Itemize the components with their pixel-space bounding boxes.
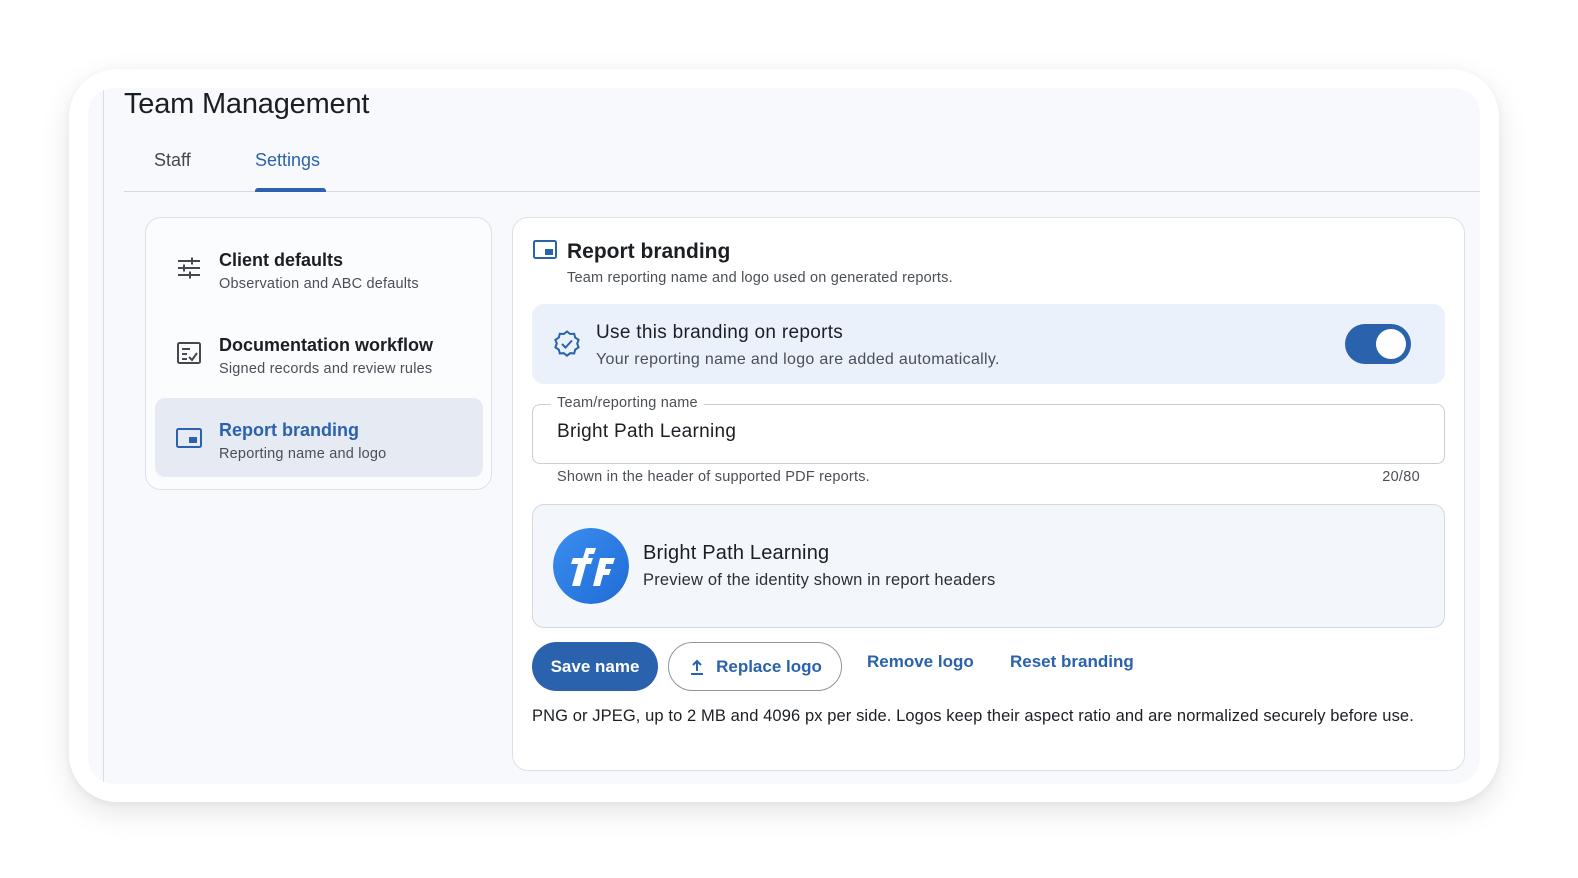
settings-page: Team Management Staff Settings Client de… bbox=[88, 88, 1480, 784]
preview-subtitle: Preview of the identity shown in report … bbox=[643, 571, 996, 589]
app-frame: Team Management Staff Settings Client de… bbox=[69, 69, 1499, 802]
report-branding-card: Report branding Team reporting name and … bbox=[512, 217, 1465, 771]
nav-item-client-defaults[interactable]: Client defaults Observation and ABC defa… bbox=[155, 228, 483, 307]
branding-preview: Bright Path Learning Preview of the iden… bbox=[532, 504, 1445, 628]
nav-item-subtitle: Observation and ABC defaults bbox=[219, 276, 419, 292]
sidebar-divider bbox=[103, 88, 104, 784]
team-name-helper: Shown in the header of supported PDF rep… bbox=[557, 469, 870, 485]
team-name-label: Team/reporting name bbox=[551, 395, 704, 411]
section-subtitle: Team reporting name and logo used on gen… bbox=[567, 270, 953, 286]
team-name-field: Team/reporting name bbox=[532, 395, 1445, 464]
toggle-subtitle: Your reporting name and logo are added a… bbox=[596, 351, 1000, 368]
nav-item-report-branding[interactable]: Report branding Reporting name and logo bbox=[155, 398, 483, 477]
reset-branding-button[interactable]: Reset branding bbox=[1010, 652, 1134, 672]
nav-item-title: Documentation workflow bbox=[219, 335, 434, 355]
team-name-input[interactable] bbox=[557, 421, 1417, 443]
picture-in-picture-icon bbox=[533, 240, 557, 259]
branding-toggle-switch[interactable] bbox=[1345, 324, 1411, 364]
tab-settings[interactable]: Settings bbox=[255, 150, 320, 171]
nav-item-documentation-workflow[interactable]: Documentation workflow Signed records an… bbox=[155, 313, 483, 392]
checklist-icon bbox=[177, 342, 201, 364]
upload-icon bbox=[691, 659, 704, 675]
active-tab-indicator bbox=[255, 188, 326, 192]
save-name-button[interactable]: Save name bbox=[532, 642, 658, 691]
sliders-icon bbox=[178, 257, 200, 279]
nav-item-title: Client defaults bbox=[219, 250, 344, 270]
nav-item-title: Report branding bbox=[219, 420, 359, 440]
toggle-title: Use this branding on reports bbox=[596, 322, 844, 343]
remove-logo-button[interactable]: Remove logo bbox=[867, 652, 974, 672]
section-title: Report branding bbox=[567, 240, 731, 263]
page-title: Team Management bbox=[124, 88, 370, 120]
verified-badge-icon bbox=[554, 330, 580, 357]
picture-in-picture-icon bbox=[176, 428, 202, 448]
settings-nav: Client defaults Observation and ABC defa… bbox=[145, 217, 492, 490]
branding-toggle-row: Use this branding on reports Your report… bbox=[532, 304, 1445, 384]
replace-logo-label: Replace logo bbox=[716, 656, 822, 676]
character-counter: 20/80 bbox=[1382, 469, 1420, 485]
team-logo bbox=[553, 528, 629, 604]
logo-requirements-note: PNG or JPEG, up to 2 MB and 4096 px per … bbox=[532, 707, 1414, 725]
replace-logo-button[interactable]: Replace logo bbox=[668, 642, 842, 691]
tab-bar: Staff Settings bbox=[124, 140, 1480, 192]
preview-name: Bright Path Learning bbox=[643, 542, 830, 564]
nav-item-subtitle: Reporting name and logo bbox=[219, 446, 387, 462]
nav-item-subtitle: Signed records and review rules bbox=[219, 361, 433, 377]
tab-staff[interactable]: Staff bbox=[154, 150, 191, 171]
toggle-knob bbox=[1376, 329, 1406, 359]
